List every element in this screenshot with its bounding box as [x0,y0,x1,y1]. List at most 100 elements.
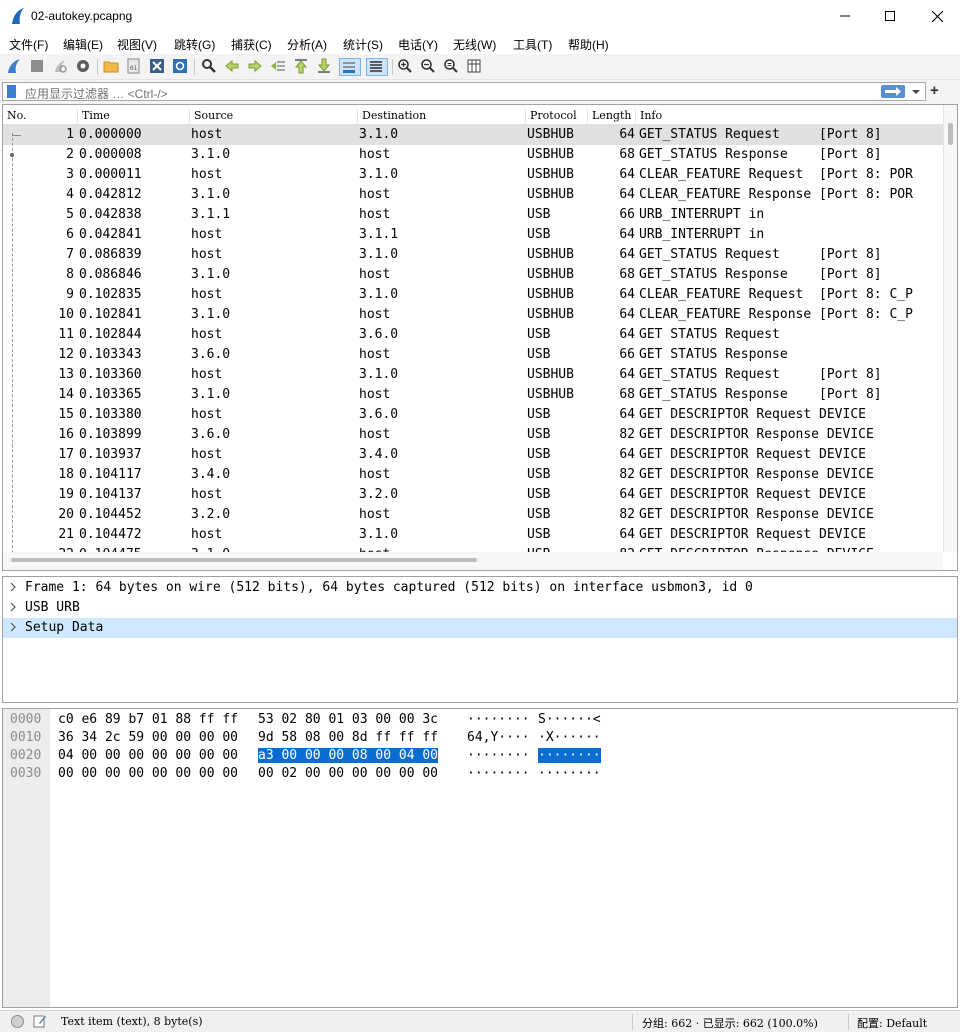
chevron-right-icon[interactable] [9,582,17,592]
column-length[interactable]: Length [587,109,631,123]
packet-row[interactable]: 7 0.086839 host 3.1.0 USBHUB 64 GET_STATUS Req… [3,245,943,265]
detail-row-frame[interactable]: Frame 1: 64 bytes on wire (512 bits), 64… [3,578,957,598]
packet-row[interactable]: 9 0.102835 host 3.1.0 USBHUB 64 CLEAR_FEATURE … [3,285,943,305]
resize-columns-button[interactable] [466,58,484,76]
menu-telephony[interactable]: 电话(Y) [398,36,438,53]
capture-options-button[interactable] [75,58,93,76]
bytes-hex[interactable]: c0 e6 89 b7 01 88 ff ff [58,712,238,727]
chevron-right-icon[interactable] [9,622,17,632]
menu-wireless[interactable]: 无线(W) [453,36,496,53]
packet-row[interactable]: 13 0.103360 host 3.1.0 USBHUB 64 GET_STATUS Re… [3,365,943,385]
add-filter-button[interactable]: + [930,82,939,99]
packet-row[interactable]: 12 0.103343 3.6.0 host USB 66 GET STATUS Respo… [3,345,943,365]
minimize-button[interactable] [822,0,868,32]
bytes-ascii[interactable]: ········ [467,748,530,763]
packet-row[interactable]: 8 0.086846 3.1.0 host USBHUB 68 GET_STATUS Res… [3,265,943,285]
go-first-button[interactable] [293,58,311,76]
close-file-button[interactable] [149,58,167,76]
packet-row[interactable]: 18 0.104117 3.4.0 host USB 82 GET DESCRIPTOR R… [3,465,943,485]
packet-row[interactable]: 16 0.103899 3.6.0 host USB 82 GET DESCRIPTOR R… [3,425,943,445]
filter-apply-button[interactable] [881,85,905,98]
scrollbar-thumb[interactable] [11,558,477,562]
packet-row[interactable]: 3 0.000011 host 3.1.0 USBHUB 64 CLEAR_FEATURE … [3,165,943,185]
packet-row[interactable]: 21 0.104472 host 3.1.0 USB 64 GET DESCRIPTOR R… [3,525,943,545]
bytes-ascii[interactable]: ·X······ [538,730,601,745]
menu-view[interactable]: 视图(V) [117,36,157,53]
go-back-button[interactable] [224,58,242,76]
bytes-hex[interactable]: 00 00 00 00 00 00 00 00 [58,766,238,781]
maximize-button[interactable] [867,0,913,32]
display-filter-input[interactable]: 应用显示过滤器 … <Ctrl-/> [2,82,926,101]
column-no[interactable]: No. [3,109,27,123]
menu-tools[interactable]: 工具(T) [513,36,552,53]
menu-go[interactable]: 跳转(G) [174,36,215,53]
column-time[interactable]: Time [77,109,110,123]
zoom-in-button[interactable] [397,58,415,76]
bytes-hex[interactable]: 9d 58 08 00 8d ff ff ff [258,730,438,745]
menu-edit[interactable]: 编辑(E) [63,36,103,53]
menu-statistics[interactable]: 统计(S) [343,36,383,53]
menu-help[interactable]: 帮助(H) [568,36,609,53]
reload-file-button[interactable] [172,58,190,76]
go-forward-button[interactable] [247,58,265,76]
main-toolbar: 01 [0,54,960,80]
go-to-packet-button[interactable] [270,58,288,76]
autoscroll-toggle[interactable] [339,58,361,76]
packet-row[interactable]: 17 0.103937 host 3.4.0 USB 64 GET DESCRIPTOR R… [3,445,943,465]
packet-cell-len: 68 [619,387,635,402]
bytes-hex[interactable]: 04 00 00 00 00 00 00 00 [58,748,238,763]
packet-row[interactable]: 5 0.042838 3.1.1 host USB 66 URB_INTERRUPT in [3,205,943,225]
close-button[interactable] [914,0,960,32]
start-capture-button[interactable] [6,58,24,76]
scrollbar-thumb[interactable] [948,123,953,145]
column-protocol[interactable]: Protocol [525,109,577,123]
bytes-ascii[interactable]: 64,Y···· [467,730,530,745]
bytes-ascii[interactable]: ········ [467,712,530,727]
menu-capture[interactable]: 捕获(C) [231,36,272,53]
bytes-hex[interactable]: 00 02 00 00 00 00 00 00 [258,766,438,781]
packet-row[interactable]: 20 0.104452 3.2.0 host USB 82 GET DESCRIPTOR R… [3,505,943,525]
packet-row[interactable]: 15 0.103380 host 3.6.0 USB 64 GET DESCRIPTOR R… [3,405,943,425]
bytes-hex[interactable]: 36 34 2c 59 00 00 00 00 [58,730,238,745]
bytes-ascii[interactable]: S······< [538,712,601,727]
open-file-button[interactable] [103,58,121,76]
go-last-button[interactable] [316,58,334,76]
colorize-toggle[interactable] [366,58,388,76]
expert-info-led-icon[interactable] [11,1015,24,1028]
restart-capture-button[interactable] [52,58,70,76]
zoom-reset-button[interactable] [443,58,461,76]
window-title: 02-autokey.pcapng [31,9,133,23]
chevron-right-icon[interactable] [9,602,17,612]
column-destination[interactable]: Destination [357,109,426,123]
menu-file[interactable]: 文件(F) [9,36,48,53]
packet-row[interactable]: 4 0.042812 3.1.0 host USBHUB 64 CLEAR_FEATURE … [3,185,943,205]
menu-analyze[interactable]: 分析(A) [287,36,327,53]
zoom-out-button[interactable] [420,58,438,76]
find-packet-button[interactable] [201,58,219,76]
bytes-ascii[interactable]: ········ [467,766,530,781]
packet-row[interactable]: 14 0.103365 3.1.0 host USBHUB 68 GET_STATUS Re… [3,385,943,405]
filter-bookmark-icon[interactable] [7,85,16,98]
packet-row[interactable]: 6 0.042841 host 3.1.1 USB 64 URB_INTERRUPT in [3,225,943,245]
packet-row[interactable]: 11 0.102844 host 3.6.0 USB 64 GET STATUS Reque… [3,325,943,345]
column-info[interactable]: Info [635,109,662,123]
packet-row[interactable]: 2 0.000008 3.1.0 host USBHUB 68 GET_STATUS Res… [3,145,943,165]
open-recent-button[interactable]: 01 [126,58,144,76]
packet-row[interactable]: 10 0.102841 3.1.0 host USBHUB 64 CLEAR_FEATURE… [3,305,943,325]
edit-comment-icon[interactable] [33,1014,47,1028]
chevron-down-icon[interactable] [911,86,921,98]
packet-row[interactable]: 1 0.000000 host 3.1.0 USBHUB 64 GET_STATUS Req… [3,125,943,145]
bytes-ascii[interactable]: ········ [538,766,601,781]
column-source[interactable]: Source [189,109,233,123]
bytes-hex[interactable]: 53 02 80 01 03 00 00 3c [258,712,438,727]
detail-row-setup-data[interactable]: Setup Data [3,618,957,638]
bytes-hex-selected[interactable]: a3 00 00 00 08 00 04 00 [258,748,439,763]
status-profile[interactable]: 配置: Default [857,1015,927,1031]
toolbar-separator [194,59,195,75]
packet-list-horizontal-scrollbar[interactable] [3,552,943,570]
bytes-ascii-selected[interactable]: ········ [538,748,601,763]
detail-row-usb-urb[interactable]: USB URB [3,598,957,618]
packet-row[interactable]: 19 0.104137 host 3.2.0 USB 64 GET DESCRIPTOR R… [3,485,943,505]
stop-capture-button[interactable] [29,58,47,76]
packet-list-vertical-scrollbar[interactable] [943,105,957,552]
